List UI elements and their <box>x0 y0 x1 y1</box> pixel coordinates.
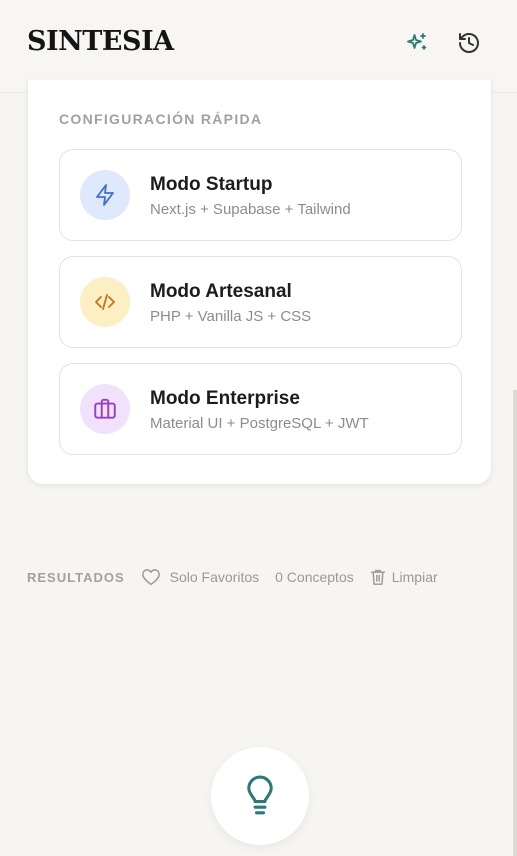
sparkles-icon <box>407 33 427 50</box>
mode-startup[interactable]: Modo Startup Next.js + Supabase + Tailwi… <box>59 149 462 241</box>
mode-artesanal-title: Modo Artesanal <box>150 281 292 302</box>
history-button[interactable] <box>452 26 486 60</box>
sparkles-button[interactable] <box>400 26 434 60</box>
concepts-count: 0 Conceptos <box>275 569 354 585</box>
mode-artesanal[interactable]: Modo Artesanal PHP + Vanilla JS + CSS <box>59 256 462 348</box>
trash-icon <box>370 569 385 585</box>
idea-button[interactable] <box>211 747 309 845</box>
clear-button[interactable]: Limpiar <box>370 568 438 586</box>
favorites-filter-button[interactable]: Solo Favoritos <box>141 568 259 586</box>
clear-label: Limpiar <box>391 569 438 585</box>
logo: SINTESIA <box>27 26 174 57</box>
favorites-filter-label: Solo Favoritos <box>169 569 260 585</box>
scrollbar[interactable] <box>513 390 517 856</box>
mode-startup-title: Modo Startup <box>150 174 273 195</box>
mode-startup-icon-circle <box>80 170 130 220</box>
mode-artesanal-subtitle: PHP + Vanilla JS + CSS <box>150 308 312 325</box>
mode-artesanal-icon-circle <box>80 277 130 327</box>
app-root: SINTESIA CONFIGURACIÓN RÁPIDA Modo Start… <box>0 0 517 856</box>
code-icon <box>95 294 115 310</box>
mode-startup-subtitle: Next.js + Supabase + Tailwind <box>150 201 351 218</box>
lightbulb-icon <box>247 775 273 815</box>
heart-icon <box>141 569 160 586</box>
history-icon <box>459 33 479 53</box>
zap-icon <box>96 184 114 206</box>
results-bar: RESULTADOS Solo Favoritos 0 Conceptos Li… <box>27 566 497 588</box>
results-label: RESULTADOS <box>27 569 125 585</box>
mode-enterprise-subtitle: Material UI + PostgreSQL + JWT <box>150 415 369 432</box>
quick-config-title: CONFIGURACIÓN RÁPIDA <box>59 111 263 127</box>
briefcase-icon <box>94 398 116 419</box>
mode-enterprise[interactable]: Modo Enterprise Material UI + PostgreSQL… <box>59 363 462 455</box>
mode-enterprise-title: Modo Enterprise <box>150 388 300 409</box>
quick-config-card: CONFIGURACIÓN RÁPIDA Modo Startup Next.j… <box>27 80 492 485</box>
mode-enterprise-icon-circle <box>80 384 130 434</box>
